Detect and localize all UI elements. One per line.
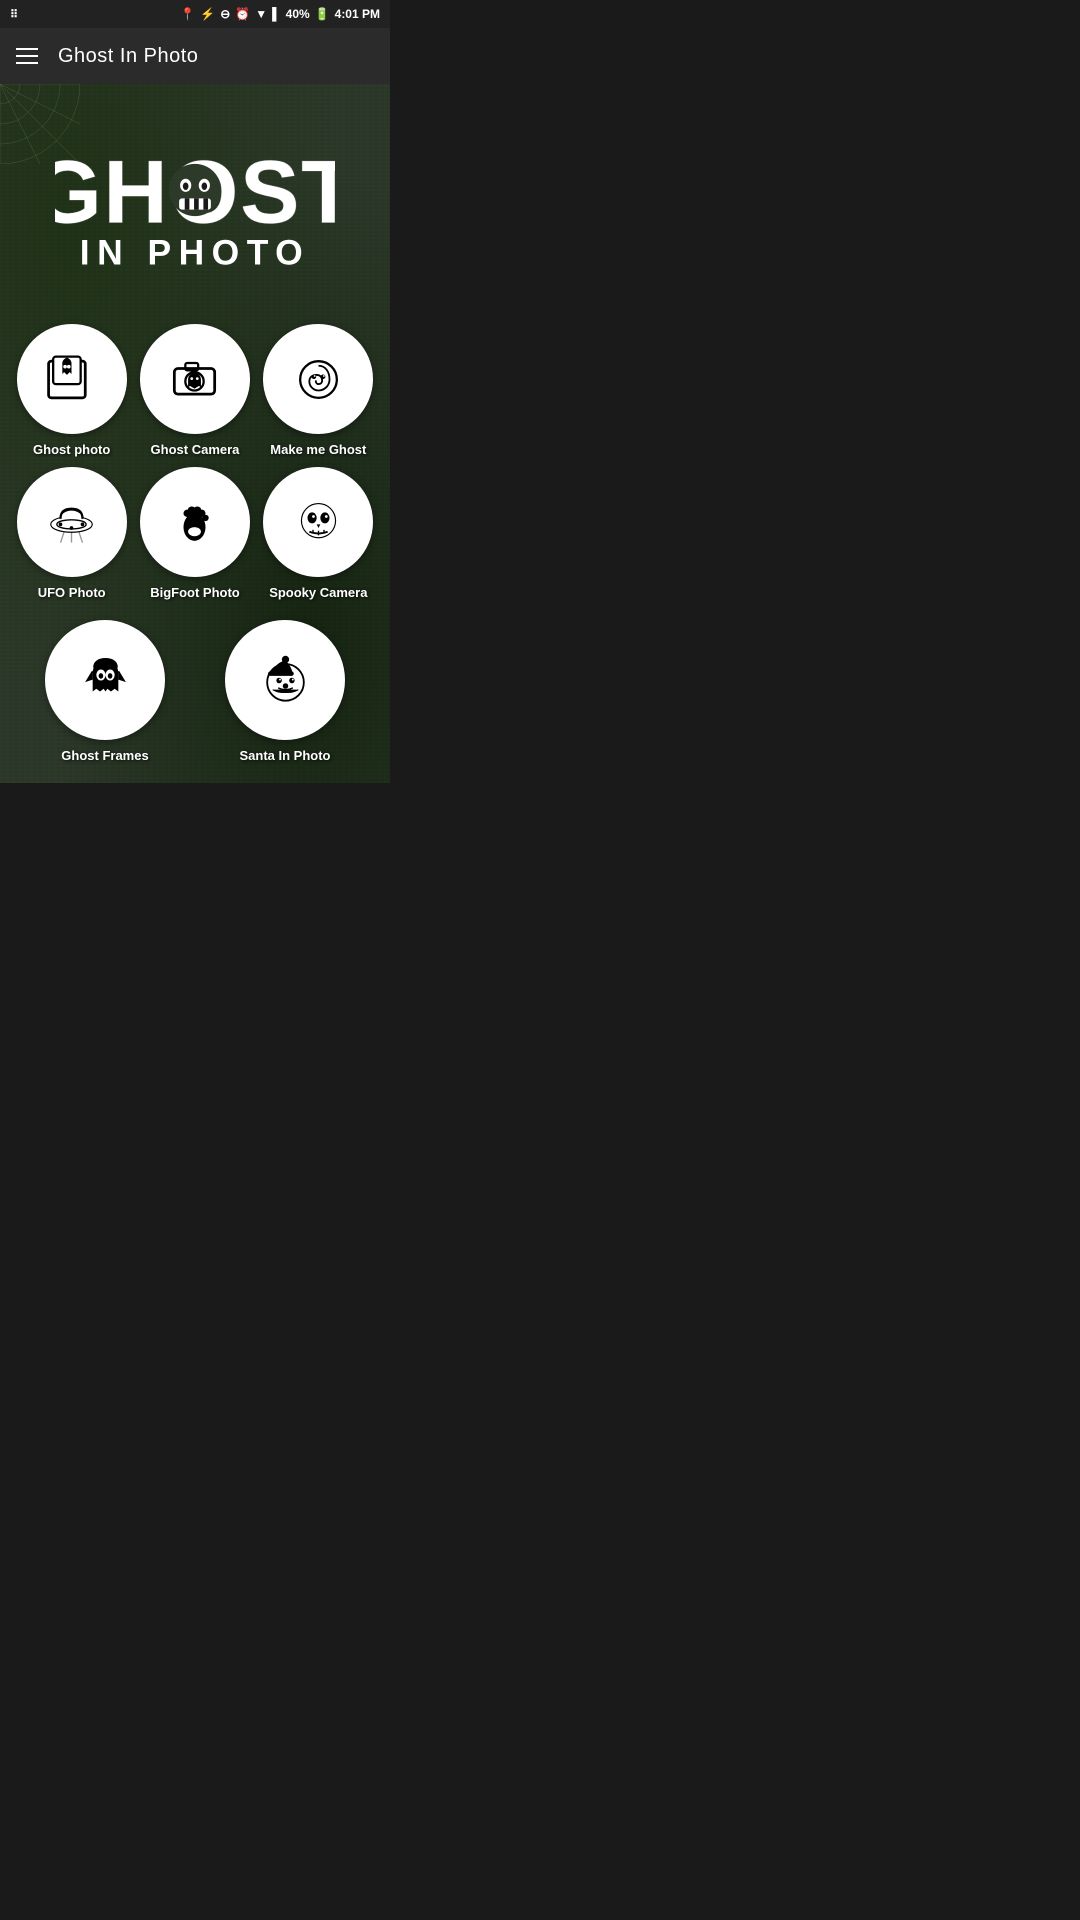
alarm-icon: ⏰ — [235, 7, 250, 21]
ghost-frames-label: Ghost Frames — [61, 748, 148, 763]
spooky-camera-label: Spooky Camera — [269, 585, 367, 600]
dnd-icon: ⊖ — [220, 7, 230, 21]
svg-text:IN PHOTO: IN PHOTO — [80, 233, 310, 273]
status-bar: ⠿ 📍 ⚡ ⊖ ⏰ ▼ ▌ 40% 🔋 4:01 PM — [0, 0, 390, 28]
make-me-ghost-label: Make me Ghost — [270, 442, 366, 457]
ghost-camera-icon — [167, 352, 222, 407]
ghost-camera-button[interactable] — [140, 324, 250, 434]
ufo-photo-button[interactable] — [17, 467, 127, 577]
ghost-logo: GHOST IN PHOTO — [55, 114, 335, 294]
time: 4:01 PM — [335, 7, 380, 21]
ghost-photo-label: Ghost photo — [33, 442, 110, 457]
ghost-frames-button[interactable] — [45, 620, 165, 740]
app-icon: ⠿ — [10, 8, 18, 21]
app-bar: Ghost In Photo — [0, 28, 390, 84]
santa-in-photo-button[interactable] — [225, 620, 345, 740]
wifi-icon: ▼ — [255, 7, 267, 21]
main-content: GHOST IN PHOTO — [0, 84, 390, 783]
bigfoot-photo-label: BigFoot Photo — [150, 585, 240, 600]
main-grid: Ghost photo Ghost Camera — [0, 324, 390, 600]
make-me-ghost-item[interactable]: Make me Ghost — [262, 324, 375, 457]
ghost-frames-icon — [78, 653, 133, 708]
logo-area: GHOST IN PHOTO — [0, 94, 390, 324]
bluetooth-icon: ⚡ — [200, 7, 215, 21]
spooky-camera-icon — [291, 495, 346, 550]
ghost-photo-button[interactable] — [17, 324, 127, 434]
make-me-ghost-button[interactable] — [263, 324, 373, 434]
menu-button[interactable] — [16, 48, 38, 64]
bigfoot-photo-button[interactable] — [140, 467, 250, 577]
make-me-ghost-icon — [291, 352, 346, 407]
battery-icon: 🔋 — [315, 7, 330, 21]
ghost-photo-item[interactable]: Ghost photo — [15, 324, 128, 457]
ghost-camera-item[interactable]: Ghost Camera — [138, 324, 251, 457]
ghost-frames-item[interactable]: Ghost Frames — [46, 620, 165, 763]
santa-in-photo-label: Santa In Photo — [239, 748, 330, 763]
santa-icon — [258, 653, 313, 708]
signal-icon: ▌ — [272, 7, 281, 21]
spooky-camera-button[interactable] — [263, 467, 373, 577]
bottom-grid: Ghost Frames — [0, 610, 390, 763]
status-right: 📍 ⚡ ⊖ ⏰ ▼ ▌ 40% 🔋 4:01 PM — [180, 7, 380, 21]
app-title: Ghost In Photo — [58, 45, 198, 68]
location-icon: 📍 — [180, 7, 195, 21]
bigfoot-photo-item[interactable]: BigFoot Photo — [138, 467, 251, 600]
santa-in-photo-item[interactable]: Santa In Photo — [226, 620, 345, 763]
ghost-camera-label: Ghost Camera — [151, 442, 240, 457]
ufo-icon — [44, 495, 99, 550]
ghost-photo-icon — [44, 352, 99, 407]
ufo-photo-label: UFO Photo — [38, 585, 106, 600]
bigfoot-icon — [167, 495, 222, 550]
status-left: ⠿ — [10, 8, 18, 21]
battery-percent: 40% — [286, 7, 310, 21]
ufo-photo-item[interactable]: UFO Photo — [15, 467, 128, 600]
spooky-camera-item[interactable]: Spooky Camera — [262, 467, 375, 600]
